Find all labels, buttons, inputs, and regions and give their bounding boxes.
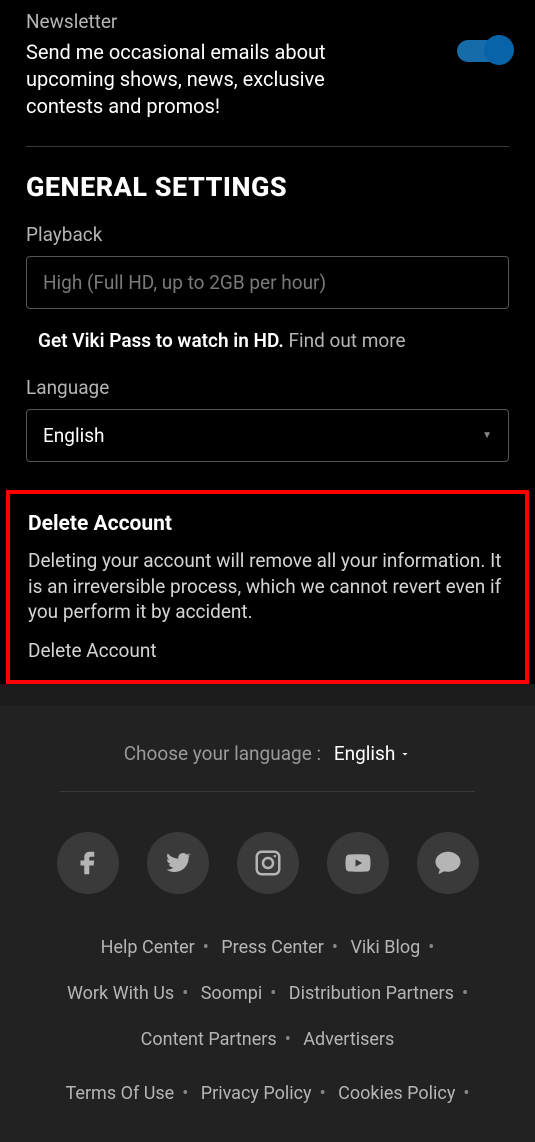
footer-language-selector[interactable]: Choose your language : English (20, 742, 515, 765)
playback-select[interactable]: High (Full HD, up to 2GB per hour) (26, 256, 509, 309)
instagram-button[interactable] (237, 832, 299, 894)
facebook-icon (73, 848, 103, 878)
youtube-button[interactable] (327, 832, 389, 894)
footer-link[interactable]: Work With Us (67, 983, 174, 1004)
divider (26, 146, 509, 147)
delete-account-link[interactable]: Delete Account (28, 639, 507, 662)
footer-link[interactable]: Privacy Policy (201, 1083, 312, 1104)
language-select[interactable]: English ▼ (26, 409, 509, 462)
playback-value: High (Full HD, up to 2GB per hour) (43, 271, 326, 294)
footer-links-row-4: Terms Of Use• Privacy Policy• Cookies Po… (20, 1076, 515, 1112)
footer-divider (60, 791, 475, 792)
footer-lang-value: English (334, 742, 411, 765)
instagram-icon (253, 848, 283, 878)
footer-link[interactable]: Content Partners (141, 1029, 277, 1050)
newsletter-section: Newsletter Send me occasional emails abo… (26, 10, 509, 140)
hd-hint: Get Viki Pass to watch in HD. Find out m… (26, 329, 509, 352)
chevron-down-icon: ▼ (482, 430, 492, 441)
find-out-more-link[interactable]: Find out more (288, 329, 405, 352)
twitter-icon (163, 848, 193, 878)
footer-link[interactable]: Cookies Policy (338, 1083, 455, 1104)
youtube-icon (343, 848, 373, 878)
delete-account-section: Delete Account Deleting your account wil… (6, 490, 529, 684)
hd-hint-text: Get Viki Pass to watch in HD. (38, 329, 284, 352)
footer-lang-label: Choose your language : (124, 742, 321, 765)
footer-links-row-1: Help Center• Press Center• Viki Blog• (20, 930, 515, 966)
footer-links-row-2: Work With Us• Soompi• Distribution Partn… (20, 976, 515, 1012)
footer-link[interactable]: Advertisers (303, 1029, 394, 1050)
newsletter-title: Newsletter (26, 10, 397, 33)
language-label: Language (26, 376, 509, 399)
newsletter-toggle[interactable] (457, 40, 509, 62)
footer-link[interactable]: Press Center (221, 937, 324, 958)
footer-link[interactable]: Soompi (201, 983, 263, 1004)
footer-link[interactable]: Help Center (101, 937, 195, 958)
delete-account-title: Delete Account (28, 512, 507, 536)
newsletter-description: Send me occasional emails about upcoming… (26, 39, 397, 120)
chat-icon (433, 848, 463, 878)
twitter-button[interactable] (147, 832, 209, 894)
footer-links-row-3: Content Partners• Advertisers (20, 1022, 515, 1058)
footer-link[interactable]: Viki Blog (350, 937, 420, 958)
facebook-button[interactable] (57, 832, 119, 894)
delete-account-description: Deleting your account will remove all yo… (28, 548, 507, 625)
footer-link[interactable]: Distribution Partners (289, 983, 454, 1004)
playback-label: Playback (26, 223, 509, 246)
social-links (20, 832, 515, 894)
language-value: English (43, 424, 104, 447)
footer-link[interactable]: Terms Of Use (66, 1083, 175, 1104)
general-settings-heading: GENERAL SETTINGS (26, 171, 509, 203)
footer: Choose your language : English Help Cent… (0, 706, 535, 1142)
chat-button[interactable] (417, 832, 479, 894)
chevron-down-icon (399, 742, 411, 765)
